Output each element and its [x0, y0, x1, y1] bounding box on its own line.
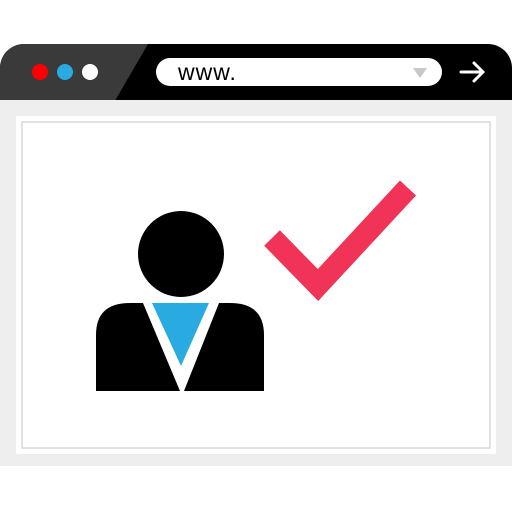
- titlebar-accent: [0, 44, 148, 100]
- window-minimize-button[interactable]: [57, 64, 73, 80]
- browser-window: www.: [0, 44, 512, 466]
- address-bar[interactable]: www.: [156, 58, 442, 86]
- arrow-right-icon[interactable]: [457, 58, 489, 86]
- window-close-button[interactable]: [32, 64, 48, 80]
- page-content-border: [21, 121, 491, 449]
- browser-titlebar: www.: [0, 44, 512, 100]
- window-zoom-button[interactable]: [82, 64, 98, 80]
- address-bar-url: www.: [178, 59, 237, 85]
- triangle-down-icon[interactable]: [412, 67, 428, 79]
- page-content: [16, 116, 496, 454]
- page-viewport: [0, 100, 512, 466]
